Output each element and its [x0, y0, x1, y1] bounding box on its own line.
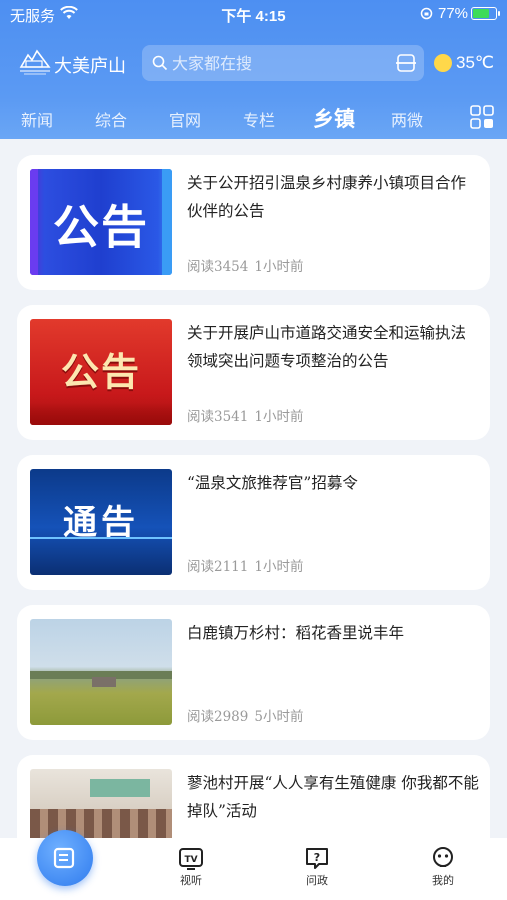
article-feed: 公告 关于公开招引温泉乡村康养小镇项目合作伙伴的公告 阅读3454 1小时前 公告…: [0, 139, 507, 839]
battery-icon: [471, 7, 500, 20]
top-bar: 大美庐山 35℃: [0, 43, 507, 83]
article-meta: 阅读2989 5小时前: [187, 705, 303, 725]
temperature: 35℃: [456, 53, 495, 72]
publish-time: 1小时前: [254, 559, 304, 575]
tab-column[interactable]: 专栏: [243, 107, 275, 131]
question-icon: ?: [306, 848, 328, 869]
home-feed-button[interactable]: [37, 830, 93, 886]
article-card[interactable]: 通告 “温泉文旅推荐官”招募令 阅读2111 1小时前: [17, 455, 490, 590]
svg-text:?: ?: [314, 851, 320, 864]
tab-general[interactable]: 综合: [95, 107, 127, 131]
nav-inquiry[interactable]: ? 问政: [287, 846, 347, 888]
search-input[interactable]: [172, 45, 382, 81]
thumbnail-caption: 公告: [60, 350, 141, 394]
article-title[interactable]: 关于开展庐山市道路交通安全和运输执法领域突出问题专项整治的公告: [187, 319, 479, 375]
read-count: 阅读2111: [187, 559, 249, 575]
tab-news[interactable]: 新闻: [21, 107, 53, 131]
svg-text:TV: TV: [184, 855, 197, 865]
app-logo-icon: [19, 49, 51, 75]
article-thumbnail: [30, 769, 172, 839]
search-icon: [152, 55, 168, 71]
article-card[interactable]: 蓼池村开展“人人享有生殖健康 你我都不能掉队”活动: [17, 755, 490, 839]
nav-label: 问政: [306, 874, 328, 887]
scan-icon[interactable]: [396, 53, 416, 73]
article-title[interactable]: 关于公开招引温泉乡村康养小镇项目合作伙伴的公告: [187, 169, 479, 225]
sun-icon: [434, 54, 452, 72]
article-meta: 阅读3541 1小时前: [187, 405, 303, 425]
article-thumbnail: 公告: [30, 319, 172, 425]
nav-profile[interactable]: 我的: [413, 846, 473, 888]
article-meta: 阅读3454 1小时前: [187, 255, 303, 275]
thumbnail-caption: 公告: [53, 200, 149, 254]
tab-official-site[interactable]: 官网: [169, 107, 201, 131]
tab-weibo-wechat[interactable]: 两微: [391, 107, 423, 131]
search-bar[interactable]: [142, 45, 424, 81]
brand-name: 大美庐山: [54, 56, 126, 77]
article-card[interactable]: 公告 关于公开招引温泉乡村康养小镇项目合作伙伴的公告 阅读3454 1小时前: [17, 155, 490, 290]
article-thumbnail: 通告: [30, 469, 172, 575]
publish-time: 1小时前: [254, 259, 304, 275]
profile-icon: [433, 847, 453, 867]
channel-grid-icon[interactable]: [470, 105, 494, 129]
article-card[interactable]: 公告 关于开展庐山市道路交通安全和运输执法领域突出问题专项整治的公告 阅读354…: [17, 305, 490, 440]
tv-icon: TV: [179, 848, 203, 870]
nav-label: 我的: [432, 874, 454, 887]
read-count: 阅读3454: [187, 259, 249, 275]
news-icon: [53, 847, 75, 869]
nav-label: 视听: [180, 874, 202, 887]
article-thumbnail: 公告: [30, 169, 172, 275]
status-bar: 无服务 下午 4:15 77%: [0, 0, 507, 30]
battery-percent: 77%: [438, 5, 469, 22]
article-thumbnail: [30, 619, 172, 725]
article-title[interactable]: 蓼池村开展“人人享有生殖健康 你我都不能掉队”活动: [187, 769, 479, 825]
publish-time: 5小时前: [254, 709, 304, 725]
tab-towns[interactable]: 乡镇: [313, 103, 355, 133]
rotation-lock-icon: [420, 7, 433, 20]
nav-audio-video[interactable]: TV 视听: [161, 846, 221, 888]
article-card[interactable]: 白鹿镇万杉村：稻花香里说丰年 阅读2989 5小时前: [17, 605, 490, 740]
read-count: 阅读3541: [187, 409, 249, 425]
publish-time: 1小时前: [254, 409, 304, 425]
article-meta: 阅读2111 1小时前: [187, 555, 303, 575]
article-title[interactable]: 白鹿镇万杉村：稻花香里说丰年: [187, 619, 479, 647]
category-tabs: 新闻 综合 官网 专栏 乡镇 两微: [0, 101, 507, 137]
read-count: 阅读2989: [187, 709, 249, 725]
article-title[interactable]: “温泉文旅推荐官”招募令: [187, 469, 479, 497]
